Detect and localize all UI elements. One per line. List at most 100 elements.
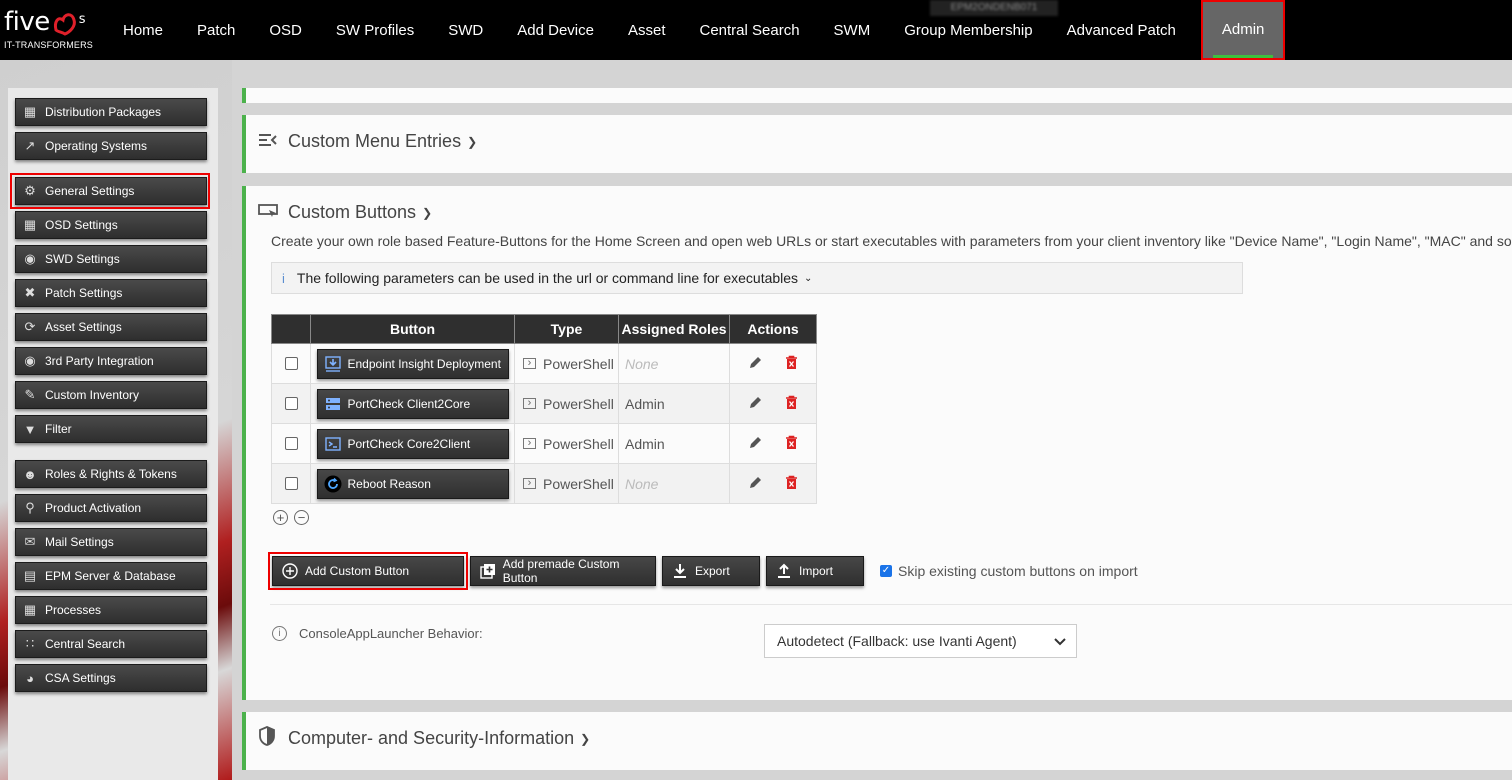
- edit-icon[interactable]: [748, 355, 763, 373]
- sidebar-item-label: CSA Settings: [45, 671, 116, 685]
- button-cell: PortCheck Client2Core: [310, 383, 515, 424]
- sidebar-item-patch-settings[interactable]: ✖ Patch Settings: [15, 279, 207, 307]
- custom-button-label: Endpoint Insight Deployment: [347, 356, 501, 371]
- nav-admin[interactable]: Admin: [1200, 0, 1286, 60]
- info-circle-icon[interactable]: i: [272, 626, 287, 641]
- custom-button-label: PortCheck Core2Client: [347, 436, 471, 451]
- roles-value: Admin: [625, 395, 665, 412]
- nav-add-device[interactable]: Add Device: [500, 0, 611, 60]
- nav-asset[interactable]: Asset: [611, 0, 683, 60]
- import-button[interactable]: Import: [766, 556, 864, 586]
- sidebar-item-epm-server-database[interactable]: ▤ EPM Server & Database: [15, 562, 207, 590]
- edit-icon[interactable]: [748, 435, 763, 453]
- nav-group-membership[interactable]: Group Membership: [887, 0, 1049, 60]
- section-custom-menu[interactable]: Custom Menu Entries ❯: [242, 115, 1512, 173]
- sidebar-item-3rd-party-integration[interactable]: ◉ 3rd Party Integration: [15, 347, 207, 375]
- nav-osd[interactable]: OSD: [252, 0, 319, 60]
- row-checkbox[interactable]: [284, 437, 298, 450]
- parameters-info-bar[interactable]: i The following parameters can be used i…: [271, 262, 1243, 294]
- custom-button-preview[interactable]: PortCheck Client2Core: [316, 388, 509, 419]
- row-select-cell: [271, 343, 311, 384]
- sidebar-item-label: EPM Server & Database: [45, 569, 176, 583]
- table-row: Reboot Reason › PowerShell None: [271, 463, 817, 504]
- custom-button-preview[interactable]: PortCheck Core2Client: [316, 428, 509, 459]
- main-nav: Home Patch OSD SW Profiles SWD Add Device Asse…: [106, 0, 1286, 60]
- logo-subtitle: IT-TRANSFORMERS: [4, 40, 94, 50]
- sidebar-item-processes[interactable]: ▦ Processes: [15, 596, 207, 624]
- sidebar-item-label: Processes: [45, 603, 102, 617]
- add-row-icon[interactable]: +: [273, 510, 288, 525]
- sidebar-item-label: Asset Settings: [45, 320, 122, 334]
- logo-heart-icon: [53, 13, 76, 36]
- roles-cell: Admin: [618, 383, 730, 424]
- sidebar-item-label: Custom Inventory: [45, 388, 140, 402]
- sidebar-item-label: SWD Settings: [45, 252, 120, 266]
- nav-sw-profiles[interactable]: SW Profiles: [319, 0, 431, 60]
- chevron-down-icon[interactable]: ❯: [467, 135, 477, 149]
- sidebar-item-product-activation[interactable]: ⚲ Product Activation: [15, 494, 207, 522]
- sidebar-item-asset-settings[interactable]: ⟳ Asset Settings: [15, 313, 207, 341]
- edit-icon[interactable]: [748, 475, 763, 493]
- nav-swd[interactable]: SWD: [431, 0, 500, 60]
- row-checkbox[interactable]: [284, 357, 298, 370]
- parameters-info-text: The following parameters can be used in …: [296, 270, 799, 286]
- roles-cell: None: [618, 343, 730, 384]
- sidebar-item-distribution-packages[interactable]: ▦ Distribution Packages: [15, 98, 207, 126]
- nav-swm[interactable]: SWM: [817, 0, 888, 60]
- delete-icon[interactable]: [785, 475, 798, 493]
- custom-button-label: PortCheck Client2Core: [347, 396, 471, 411]
- add-premade-custom-button[interactable]: Add premade Custom Button: [470, 556, 656, 586]
- sidebar-item-filter[interactable]: ▼ Filter: [15, 415, 207, 443]
- sidebar-item-label: Central Search: [45, 637, 126, 651]
- section-computer-security[interactable]: Computer- and Security-Information ❯: [242, 712, 1512, 770]
- chevron-down-icon[interactable]: ❯: [422, 206, 432, 220]
- custom-button-preview[interactable]: Endpoint Insight Deployment: [316, 348, 509, 379]
- custom-button-preview[interactable]: Reboot Reason: [316, 468, 509, 499]
- logo-text: five: [4, 7, 50, 37]
- sidebar-item-custom-inventory[interactable]: ✎ Custom Inventory: [15, 381, 207, 409]
- nav-home[interactable]: Home: [106, 0, 180, 60]
- select-column-header: [271, 314, 311, 344]
- chevron-down-icon[interactable]: ❯: [580, 732, 590, 746]
- sidebar-item-mail-settings[interactable]: ✉ Mail Settings: [15, 528, 207, 556]
- import-label: Import: [799, 564, 834, 578]
- sidebar-item-operating-systems[interactable]: ↗ Operating Systems: [15, 132, 207, 160]
- skip-existing-label: Skip existing custom buttons on import: [898, 563, 1138, 579]
- custom-buttons-description: Create your own role based Feature-Butto…: [271, 233, 1512, 249]
- type-value: PowerShell: [543, 435, 614, 452]
- delete-icon[interactable]: [785, 395, 798, 413]
- skip-existing-option[interactable]: ✓ Skip existing custom buttons on import: [880, 563, 1138, 579]
- sidebar-item-roles-rights-tokens[interactable]: ☻ Roles & Rights & Tokens: [15, 460, 207, 488]
- powershell-icon: ›: [523, 358, 536, 369]
- sidebar-item-swd-settings[interactable]: ◉ SWD Settings: [15, 245, 207, 273]
- sidebar-item-label: Patch Settings: [45, 286, 123, 300]
- row-select-cell: [271, 383, 311, 424]
- user-key-icon: ☻: [23, 466, 37, 482]
- remove-row-icon[interactable]: −: [294, 510, 309, 525]
- grid-icon: ∷: [25, 636, 35, 651]
- row-checkbox[interactable]: [284, 397, 298, 410]
- nav-central-search[interactable]: Central Search: [682, 0, 816, 60]
- custom-menu-title: Custom Menu Entries: [288, 131, 462, 151]
- row-checkbox[interactable]: [284, 477, 298, 490]
- roles-value: None: [625, 475, 659, 492]
- edit-icon[interactable]: [748, 395, 763, 413]
- launcher-behavior-select[interactable]: Autodetect (Fallback: use Ivanti Agent): [764, 624, 1077, 658]
- actions-cell: [729, 463, 817, 504]
- filter-icon: ▼: [23, 421, 37, 437]
- export-button[interactable]: Export: [662, 556, 760, 586]
- logo[interactable]: five s IT-TRANSFORMERS: [4, 6, 93, 50]
- sidebar-item-label: Operating Systems: [45, 139, 148, 153]
- actions-cell: [729, 423, 817, 464]
- shield-icon: [258, 726, 280, 751]
- nav-advanced-patch[interactable]: Advanced Patch: [1050, 0, 1193, 60]
- nav-patch[interactable]: Patch: [180, 0, 252, 60]
- delete-icon[interactable]: [785, 435, 798, 453]
- server-icon: [324, 395, 342, 413]
- sidebar-item-central-search[interactable]: ∷ Central Search: [15, 630, 207, 658]
- sidebar-item-csa-settings[interactable]: ◕ CSA Settings: [15, 664, 207, 692]
- skip-existing-checkbox[interactable]: ✓: [880, 565, 892, 577]
- delete-icon[interactable]: [785, 355, 798, 373]
- sidebar-item-osd-settings[interactable]: ▦ OSD Settings: [15, 211, 207, 239]
- sidebar-item-label: Mail Settings: [45, 535, 114, 549]
